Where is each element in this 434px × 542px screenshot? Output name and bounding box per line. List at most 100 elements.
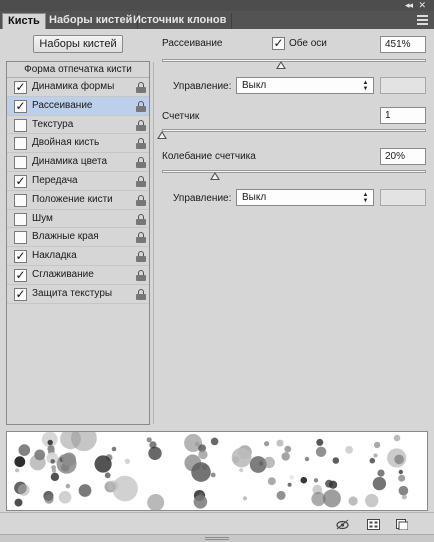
setting-checkbox[interactable]: ✓ — [14, 287, 27, 301]
brush-stroke-preview — [6, 431, 428, 511]
setting-checkbox[interactable]: ✓ — [14, 81, 27, 94]
brush-dab — [34, 449, 46, 461]
scatter-slider[interactable] — [162, 59, 426, 62]
tab-brush[interactable]: Кисть — [2, 13, 46, 29]
brush-dab — [276, 439, 284, 447]
setting-checkbox[interactable] — [14, 156, 27, 170]
setting-label: Защита текстуры — [32, 287, 113, 299]
lock-icon[interactable] — [136, 157, 146, 169]
brush-dab — [78, 484, 92, 497]
brush-setting-item[interactable]: ✓ Защита текстуры — [7, 285, 149, 304]
brush-dab — [287, 482, 292, 487]
count-jitter-slider[interactable] — [162, 170, 426, 173]
tab-clone-source[interactable]: Источник клонов — [128, 13, 233, 29]
setting-checkbox[interactable]: ✓ — [14, 268, 27, 282]
brush-presets-button[interactable]: Наборы кистей — [33, 35, 123, 53]
collapse-icon[interactable]: ◂◂ — [405, 0, 413, 10]
tab-brush-presets[interactable]: Наборы кистей — [44, 13, 139, 29]
lock-icon[interactable] — [136, 138, 146, 150]
brush-setting-item[interactable]: Текстура — [7, 116, 149, 135]
setting-checkbox[interactable]: ✓ — [14, 98, 27, 113]
brush-dab — [398, 485, 409, 496]
count-value-field[interactable]: 1 — [380, 107, 426, 124]
setting-label: Динамика формы — [32, 81, 115, 92]
brush-dab — [315, 446, 327, 457]
brush-dab — [146, 437, 152, 443]
brush-dab — [124, 458, 131, 464]
brush-setting-item[interactable]: Двойная кисть — [7, 134, 149, 154]
brush-dab — [322, 489, 341, 508]
close-icon[interactable]: ✕ — [418, 0, 426, 10]
lock-icon[interactable] — [136, 119, 146, 131]
setting-checkbox[interactable] — [14, 193, 27, 207]
divider — [153, 62, 154, 424]
brush-tip-shape-item[interactable]: Форма отпечатка кисти — [7, 62, 149, 78]
brush-setting-item[interactable]: Влажные края — [7, 228, 149, 248]
scattered-dots-preview — [14, 432, 409, 510]
brush-dab — [107, 480, 119, 491]
new-brush-icon[interactable] — [395, 519, 408, 530]
setting-checkbox[interactable] — [14, 118, 27, 132]
brush-setting-item[interactable]: ✓ Передача — [7, 172, 149, 191]
setting-checkbox[interactable]: ✓ — [14, 174, 27, 188]
setting-checkbox[interactable] — [14, 137, 27, 151]
brush-dab — [276, 490, 286, 500]
brush-setting-item[interactable]: ✓ Динамика формы — [7, 78, 149, 97]
brush-setting-item[interactable]: Динамика цвета — [7, 153, 149, 172]
grid-icon[interactable] — [367, 519, 380, 530]
eye-toggle-icon[interactable] — [336, 519, 349, 530]
brush-settings-list: Форма отпечатка кисти ✓ Динамика формы ✓ Ра… — [6, 61, 150, 425]
brush-setting-item[interactable]: ✓ Накладка — [7, 247, 149, 266]
setting-label: Двойная кисть — [32, 137, 100, 149]
title-strip: ◂◂ ✕ — [0, 0, 434, 11]
count-slider-thumb[interactable] — [157, 131, 167, 139]
brush-setting-item[interactable]: ✓ Сглаживание — [7, 266, 149, 285]
brush-dab — [393, 434, 401, 442]
setting-checkbox[interactable]: ✓ — [14, 249, 27, 264]
lock-icon[interactable] — [136, 288, 146, 300]
brush-setting-item[interactable]: Шум — [7, 210, 149, 229]
brush-dab — [398, 474, 406, 482]
lock-icon[interactable] — [136, 194, 146, 206]
brush-dab — [62, 452, 76, 467]
count-jitter-value-field[interactable]: 20% — [380, 148, 426, 165]
brush-dab — [105, 454, 113, 461]
lock-icon[interactable] — [136, 100, 146, 112]
checkmark-icon: ✓ — [15, 249, 26, 264]
brush-dab — [311, 491, 326, 507]
lock-icon[interactable] — [136, 175, 146, 187]
brush-dab — [202, 464, 208, 470]
panel-menu-icon[interactable] — [417, 15, 428, 25]
setting-checkbox[interactable] — [14, 212, 27, 226]
both-axes-checkbox[interactable]: ✓ — [272, 37, 285, 50]
resize-grip[interactable] — [0, 534, 434, 542]
brush-dab — [281, 452, 290, 461]
setting-checkbox[interactable] — [14, 231, 27, 245]
lock-icon[interactable] — [136, 232, 146, 244]
scatter-control-select[interactable]: Выкл ▲ ▼ — [236, 77, 374, 94]
lock-icon[interactable] — [136, 82, 146, 93]
lock-icon[interactable] — [136, 269, 146, 281]
both-axes-label: Обе оси — [289, 38, 327, 49]
brush-dab — [284, 445, 292, 453]
brush-dab — [300, 476, 308, 484]
setting-label: Влажные края — [32, 231, 99, 243]
lock-icon[interactable] — [136, 213, 146, 225]
count-slider[interactable] — [162, 129, 426, 132]
count-jitter-control-select[interactable]: Выкл ▲ ▼ — [236, 189, 374, 206]
scatter-slider-thumb[interactable] — [275, 61, 286, 69]
brush-dab — [47, 439, 53, 446]
brush-setting-item[interactable]: ✓ Рассеивание — [7, 96, 149, 116]
count-label: Счетчик — [162, 111, 200, 122]
count-jitter-slider-thumb[interactable] — [209, 172, 220, 180]
bottom-toolbar — [0, 512, 434, 534]
scatter-control-extra-field — [380, 77, 426, 94]
setting-label: Текстура — [32, 118, 74, 130]
brush-dab — [210, 437, 219, 446]
brush-setting-item[interactable]: Положение кисти — [7, 191, 149, 210]
checkmark-icon: ✓ — [15, 98, 26, 113]
lock-icon[interactable] — [136, 251, 146, 263]
tab-bar: Кисть Наборы кистей Источник клонов — [0, 11, 434, 29]
scatter-value-field[interactable]: 451% — [380, 36, 426, 53]
brush-dab — [104, 472, 111, 479]
